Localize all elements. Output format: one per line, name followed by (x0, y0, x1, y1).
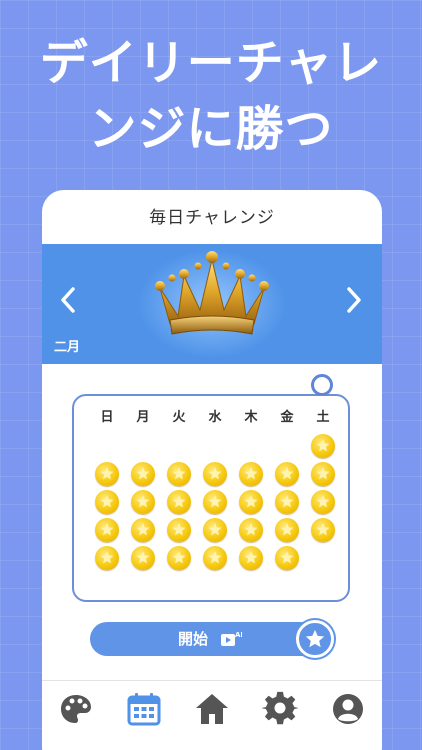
star-coin-icon[interactable] (275, 490, 299, 514)
star-coin-icon[interactable] (203, 490, 227, 514)
star-coin-icon[interactable] (311, 518, 335, 542)
star-coin-icon[interactable] (95, 490, 119, 514)
star-coin-icon[interactable] (95, 546, 119, 570)
crown-icon (155, 251, 269, 335)
star-coin-icon[interactable] (239, 462, 263, 486)
start-button-label: 開始 (178, 630, 209, 648)
weekday-label: 日 (100, 410, 114, 425)
tab-home[interactable] (192, 689, 232, 729)
calendar-icon (127, 693, 161, 726)
chevron-right-icon[interactable] (338, 280, 368, 320)
tab-settings[interactable] (260, 689, 300, 729)
daily-challenge-card: 毎日チャレンジ 二月 日 月 火 水 木 金 土 開始 A (42, 190, 382, 750)
weekday-label: 金 (280, 410, 294, 425)
star-coin-icon[interactable] (239, 546, 263, 570)
star-coin-icon[interactable] (311, 434, 335, 458)
palette-icon (61, 695, 91, 723)
star-icon (305, 629, 325, 648)
weekday-label: 火 (172, 410, 186, 425)
star-coin-icon[interactable] (131, 490, 155, 514)
tab-palette[interactable] (56, 689, 96, 729)
star-coin-icon[interactable] (203, 518, 227, 542)
gear-icon (261, 691, 300, 725)
star-coin-icon[interactable] (95, 462, 119, 486)
card-title: 毎日チャレンジ (149, 208, 275, 228)
svg-text:AD: AD (235, 631, 242, 639)
star-coin-icon[interactable] (167, 518, 191, 542)
star-coin-icon[interactable] (95, 518, 119, 542)
video-ad-icon: AD (221, 631, 242, 646)
home-icon (196, 694, 228, 724)
star-coin-icon[interactable] (275, 462, 299, 486)
star-coin-icon[interactable] (239, 490, 263, 514)
star-badge[interactable] (296, 620, 334, 658)
star-coin-icon[interactable] (311, 490, 335, 514)
weekday-header: 日月火水木金土 (74, 406, 352, 426)
chevron-left-icon[interactable] (54, 280, 84, 320)
star-coin-icon[interactable] (239, 518, 263, 542)
star-coin-icon[interactable] (203, 462, 227, 486)
star-coin-icon[interactable] (131, 462, 155, 486)
headline-line-1: デイリーチャレ (39, 35, 383, 91)
weekday-label: 月 (136, 410, 150, 425)
star-coin-icon[interactable] (167, 546, 191, 570)
start-button[interactable]: 開始 AD (90, 622, 322, 656)
star-coin-icon[interactable] (203, 546, 227, 570)
star-coin-icon[interactable] (275, 518, 299, 542)
month-label: 二月 (54, 340, 81, 355)
ring-icon (311, 374, 333, 396)
star-coin-icon[interactable] (131, 546, 155, 570)
headline: デイリーチャレ ンジに勝つ (0, 30, 422, 162)
weekday-label: 水 (208, 410, 222, 425)
star-coin-icon[interactable] (167, 462, 191, 486)
tab-calendar[interactable] (124, 689, 164, 729)
star-coin-icon[interactable] (167, 490, 191, 514)
headline-line-2: ンジに勝つ (88, 101, 334, 157)
star-coin-icon[interactable] (311, 462, 335, 486)
tab-profile[interactable] (328, 689, 368, 729)
bottom-tab-bar (42, 680, 382, 750)
weekday-label: 土 (316, 410, 330, 425)
calendar-grid: 日月火水木金土 (72, 394, 350, 602)
star-coin-icon[interactable] (275, 546, 299, 570)
month-banner: 二月 (42, 244, 382, 364)
star-coin-icon[interactable] (131, 518, 155, 542)
user-icon (333, 694, 363, 724)
weekday-label: 木 (244, 410, 258, 425)
